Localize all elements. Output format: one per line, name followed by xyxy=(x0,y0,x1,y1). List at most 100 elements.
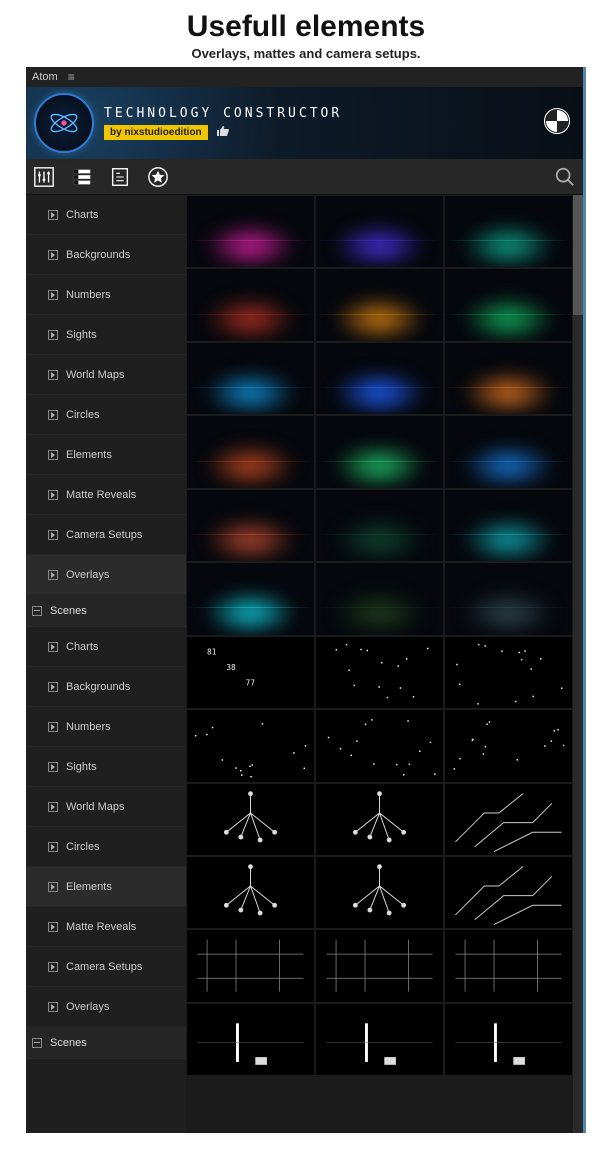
play-icon xyxy=(48,842,58,852)
sidebar-item[interactable]: World Maps xyxy=(26,355,186,395)
sidebar-item[interactable]: Overlays xyxy=(26,987,186,1027)
overlay-thumbnail[interactable] xyxy=(445,416,572,487)
matte-thumbnail[interactable] xyxy=(187,1004,314,1075)
overlay-thumbnail[interactable] xyxy=(187,416,314,487)
matte-thumbnail[interactable] xyxy=(316,857,443,928)
sidebar-item[interactable]: Sights xyxy=(26,747,186,787)
play-icon xyxy=(48,802,58,812)
play-icon xyxy=(48,642,58,652)
scrollbar[interactable] xyxy=(573,195,583,1133)
sidebar-item-label: Numbers xyxy=(66,721,111,733)
sidebar-item-label: Elements xyxy=(66,449,112,461)
play-icon xyxy=(48,962,58,972)
matte-thumbnail[interactable] xyxy=(445,1004,572,1075)
overlay-thumbnail[interactable] xyxy=(316,416,443,487)
play-icon xyxy=(48,922,58,932)
collapse-icon xyxy=(32,606,42,616)
overlay-thumbnail[interactable] xyxy=(187,269,314,340)
overlay-thumbnail[interactable] xyxy=(445,343,572,414)
matte-thumbnail[interactable] xyxy=(445,710,572,781)
sidebar-item-label: World Maps xyxy=(66,369,124,381)
matte-thumbnail[interactable] xyxy=(187,710,314,781)
sidebar: ChartsBackgroundsNumbersSightsWorld Maps… xyxy=(26,195,186,1133)
sidebar-item[interactable]: Sights xyxy=(26,315,186,355)
matte-thumbnail[interactable] xyxy=(316,637,443,708)
overlay-thumbnail[interactable] xyxy=(316,563,443,634)
sidebar-item[interactable]: Backgrounds xyxy=(26,235,186,275)
sidebar-item[interactable]: Numbers xyxy=(26,275,186,315)
play-icon xyxy=(48,490,58,500)
sidebar-item[interactable]: Circles xyxy=(26,395,186,435)
play-icon xyxy=(48,1002,58,1012)
overlay-thumbnail[interactable] xyxy=(187,343,314,414)
page-icon[interactable] xyxy=(108,165,132,189)
overlay-thumbnail[interactable] xyxy=(445,490,572,561)
svg-text:77: 77 xyxy=(246,678,256,687)
overlay-thumbnail[interactable] xyxy=(316,490,443,561)
overlay-thumbnail[interactable] xyxy=(316,196,443,267)
overlay-thumbnail[interactable] xyxy=(187,490,314,561)
matte-thumbnail[interactable] xyxy=(316,930,443,1001)
app-window: Atom ≡ TECHNOLOGY CONSTRUCTOR by nixstud… xyxy=(26,67,586,1133)
banner-title: TECHNOLOGY CONSTRUCTOR xyxy=(104,106,342,121)
overlay-thumbnail[interactable] xyxy=(445,563,572,634)
star-icon[interactable] xyxy=(146,165,170,189)
page-title: Usefull elements xyxy=(0,10,612,44)
sidebar-item[interactable]: Camera Setups xyxy=(26,947,186,987)
sidebar-item[interactable]: Elements xyxy=(26,867,186,907)
sidebar-item[interactable]: Circles xyxy=(26,827,186,867)
sidebar-item[interactable]: Numbers xyxy=(26,707,186,747)
play-icon xyxy=(48,530,58,540)
sidebar-group[interactable]: Scenes xyxy=(26,595,186,627)
overlay-thumbnail[interactable] xyxy=(445,269,572,340)
play-icon xyxy=(48,682,58,692)
overlay-thumbnail[interactable] xyxy=(187,196,314,267)
matte-thumbnail[interactable] xyxy=(445,637,572,708)
overlay-thumbnail[interactable] xyxy=(316,343,443,414)
sidebar-item-label: Charts xyxy=(66,209,98,221)
target-icon[interactable] xyxy=(543,107,571,135)
logo-icon xyxy=(34,93,94,153)
like-icon[interactable] xyxy=(216,125,230,140)
matte-thumbnail[interactable] xyxy=(445,857,572,928)
matte-thumbnail[interactable] xyxy=(445,784,572,855)
author-badge[interactable]: by nixstudioedition xyxy=(104,125,208,140)
matte-thumbnail[interactable] xyxy=(187,857,314,928)
matte-thumbnail[interactable]: 813877 xyxy=(187,637,314,708)
play-icon xyxy=(48,370,58,380)
play-icon xyxy=(48,882,58,892)
sidebar-item[interactable]: Charts xyxy=(26,627,186,667)
collapse-icon xyxy=(32,1038,42,1048)
titlebar: Atom ≡ xyxy=(26,67,583,87)
overlay-thumbnail[interactable] xyxy=(445,196,572,267)
sidebar-item[interactable]: World Maps xyxy=(26,787,186,827)
sidebar-item[interactable]: Backgrounds xyxy=(26,667,186,707)
matte-thumbnail[interactable] xyxy=(187,784,314,855)
sidebar-item[interactable]: Charts xyxy=(26,195,186,235)
matte-thumbnail[interactable] xyxy=(316,1004,443,1075)
sidebar-item[interactable]: Camera Setups xyxy=(26,515,186,555)
scrollbar-thumb[interactable] xyxy=(573,195,583,315)
matte-thumbnail[interactable] xyxy=(187,930,314,1001)
matte-thumbnail[interactable] xyxy=(445,930,572,1001)
play-icon xyxy=(48,410,58,420)
matte-thumbnail[interactable] xyxy=(316,784,443,855)
search-icon[interactable] xyxy=(553,165,577,189)
banner: TECHNOLOGY CONSTRUCTOR by nixstudioediti… xyxy=(26,87,583,159)
sidebar-item-label: Sights xyxy=(66,329,97,341)
sidebar-item[interactable]: Elements xyxy=(26,435,186,475)
sidebar-item[interactable]: Overlays xyxy=(26,555,186,595)
hamburger-icon[interactable]: ≡ xyxy=(68,70,75,84)
sidebar-item-label: Circles xyxy=(66,841,100,853)
overlay-thumbnail[interactable] xyxy=(316,269,443,340)
list-icon[interactable] xyxy=(70,165,94,189)
sidebar-item-label: Circles xyxy=(66,409,100,421)
sidebar-group[interactable]: Scenes xyxy=(26,1027,186,1059)
thumbnail-grid: 813877 xyxy=(186,195,573,1076)
overlay-thumbnail[interactable] xyxy=(187,563,314,634)
toolbar xyxy=(26,159,583,195)
matte-thumbnail[interactable] xyxy=(316,710,443,781)
sidebar-item[interactable]: Matte Reveals xyxy=(26,907,186,947)
sidebar-item[interactable]: Matte Reveals xyxy=(26,475,186,515)
sliders-icon[interactable] xyxy=(32,165,56,189)
